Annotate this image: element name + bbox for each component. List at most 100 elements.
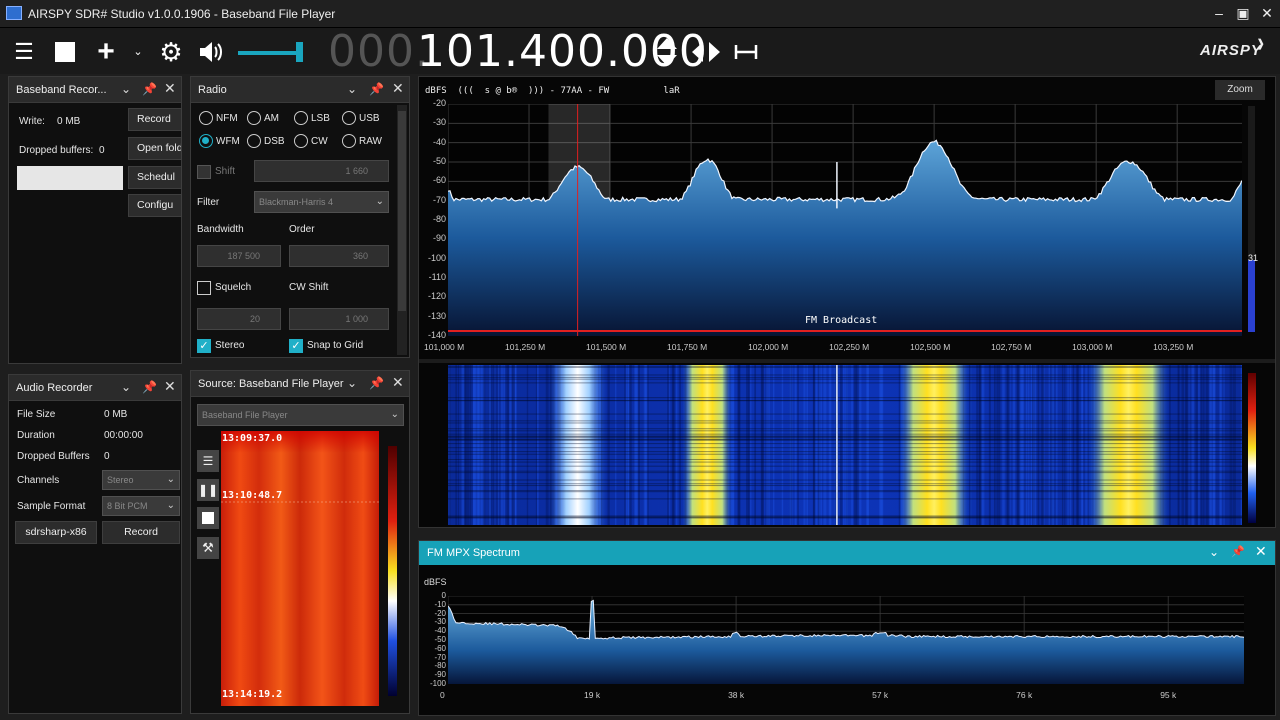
device-button[interactable]: sdrsharp-x86 [15,521,97,544]
minimize-button[interactable]: – [1208,4,1230,22]
center-frequency-icon[interactable] [734,42,758,65]
chevron-down-icon[interactable]: ⌄ [121,82,131,96]
wifi-logo-icon: ❱ [1256,38,1266,50]
pin-icon[interactable]: 📌 [142,82,157,96]
mode-nfm-radio[interactable] [199,111,213,125]
waterfall-display[interactable] [448,365,1242,525]
frequency-dim-digits[interactable]: 000. [328,30,430,74]
chevron-down-icon: ⌄ [166,500,175,511]
panel-header: Baseband Recor... ⌄ 📌 ✕ [9,77,181,103]
volume-slider-handle[interactable] [296,42,303,62]
mode-am-radio[interactable] [247,111,261,125]
volume-slider[interactable] [238,51,302,55]
db-tick-label: -60 [432,175,446,186]
shift-input[interactable]: 1 660 [254,160,389,182]
filter-select[interactable]: Blackman-Harris 4 ⌄ [254,191,389,213]
bandwidth-input[interactable]: 187 500 [197,245,281,267]
panel-header: Source: Baseband File Player ⌄ 📌 ✕ [191,371,409,397]
mode-dsb-radio[interactable] [247,134,261,148]
source-select-value: Baseband File Player [202,410,288,420]
pin-icon[interactable]: 📌 [1231,545,1245,558]
shift-checkbox[interactable] [197,165,211,179]
mpx-db-tick-label: -20 [434,608,446,618]
zoom-button[interactable]: Zoom [1215,80,1265,100]
timestamp-bottom: 13:14:19.2 [222,689,283,700]
band-plan-label: FM Broadcast [805,315,878,326]
write-value: 0 MB [57,116,81,127]
freq-tick-label: 101,000 M [424,342,465,352]
tools-icon[interactable]: ⚒ [197,537,219,559]
close-button[interactable]: ✕ [1256,4,1278,22]
mode-raw-radio[interactable] [342,134,356,148]
baseband-recorder-panel: Baseband Recor... ⌄ 📌 ✕ Write: 0 MB Drop… [8,76,182,364]
panel-header: Audio Recorder ⌄ 📌 ✕ [9,375,181,401]
db-tick-label: -130 [427,310,446,321]
pin-icon[interactable]: 📌 [369,82,384,96]
title-bar: AIRSPY SDR# Studio v1.0.0.1906 - Baseban… [0,0,1280,28]
mode-usb-radio[interactable] [342,111,356,125]
waterfall-color-scale [1248,373,1256,523]
mpx-freq-tick-label: 76 k [1016,690,1033,700]
snap-to-grid-checkbox[interactable]: ✓ [289,339,303,353]
chevron-down-icon[interactable]: ⌄ [347,82,357,96]
chevron-down-icon[interactable]: ⌄ [121,380,131,394]
mode-wfm-radio[interactable] [199,134,213,148]
open-folder-button[interactable]: Open fold [128,137,182,160]
mode-dsb-label: DSB [264,136,285,147]
spectrum-plot[interactable] [448,104,1242,336]
configure-button[interactable]: Configu [128,194,182,217]
speaker-icon[interactable] [197,38,225,66]
sample-format-select[interactable]: 8 Bit PCM ⌄ [102,496,180,516]
panel-title: FM MPX Spectrum [427,547,520,559]
record-button[interactable]: Record [128,108,182,131]
cw-shift-input[interactable]: 1 000 [289,308,389,330]
mode-cw-radio[interactable] [294,134,308,148]
close-icon[interactable]: ✕ [164,80,176,97]
mpx-db-tick-label: -70 [434,652,446,662]
schedule-button[interactable]: Schedul [128,166,182,189]
chevron-down-icon[interactable]: ⌄ [124,38,152,66]
waterfall-signal [1088,365,1169,525]
step-up-down-icon[interactable] [655,36,679,71]
close-icon[interactable]: ✕ [164,378,176,395]
db-tick-label: -100 [427,252,446,263]
scrollbar[interactable] [397,105,407,355]
pin-icon[interactable]: 📌 [142,380,157,394]
splitter[interactable] [419,359,1275,363]
mode-lsb-label: LSB [311,113,330,124]
stop-icon[interactable] [55,42,75,62]
source-select[interactable]: Baseband File Player ⌄ [197,404,404,426]
freq-tick-label: 102,500 M [910,342,951,352]
panel-title: Baseband Recor... [16,84,107,96]
close-icon[interactable]: ✕ [392,374,404,391]
order-input[interactable]: 360 [289,245,389,267]
chevron-down-icon[interactable]: ⌄ [1209,545,1219,559]
mpx-spectrum-panel: FM MPX Spectrum ⌄ 📌 ✕ dBFS 0 -10 -20 -30 -40… [418,540,1276,716]
pause-icon[interactable]: ❚❚ [197,479,219,501]
pin-icon[interactable]: 📌 [369,376,384,390]
channels-select-value: Stereo [107,475,134,485]
playlist-icon[interactable]: ☰ [197,450,219,472]
stereo-label: Stereo [215,340,245,351]
squelch-checkbox[interactable] [197,281,211,295]
squelch-input[interactable]: 20 [197,308,281,330]
chevron-down-icon[interactable]: ⌄ [347,376,357,390]
record-button[interactable]: Record [102,521,180,544]
chevron-down-icon: ⌄ [166,474,175,485]
menu-icon[interactable]: ☰ [10,38,38,66]
db-tick-label: -40 [432,136,446,147]
db-tick-label: -80 [432,214,446,224]
snap-to-grid-label: Snap to Grid [307,340,364,351]
mpx-db-tick-label: -90 [434,670,446,680]
close-icon[interactable]: ✕ [1255,543,1267,560]
stop-icon[interactable] [197,507,219,529]
step-left-right-icon[interactable] [690,40,722,67]
gear-icon[interactable]: ⚙ [157,38,185,66]
add-source-icon[interactable]: + [92,37,120,67]
stereo-checkbox[interactable]: ✓ [197,339,211,353]
mode-lsb-radio[interactable] [294,111,308,125]
maximize-button[interactable]: ▣ [1232,4,1254,22]
channels-select[interactable]: Stereo ⌄ [102,470,180,490]
filter-select-value: Blackman-Harris 4 [259,197,334,207]
close-icon[interactable]: ✕ [392,80,404,97]
